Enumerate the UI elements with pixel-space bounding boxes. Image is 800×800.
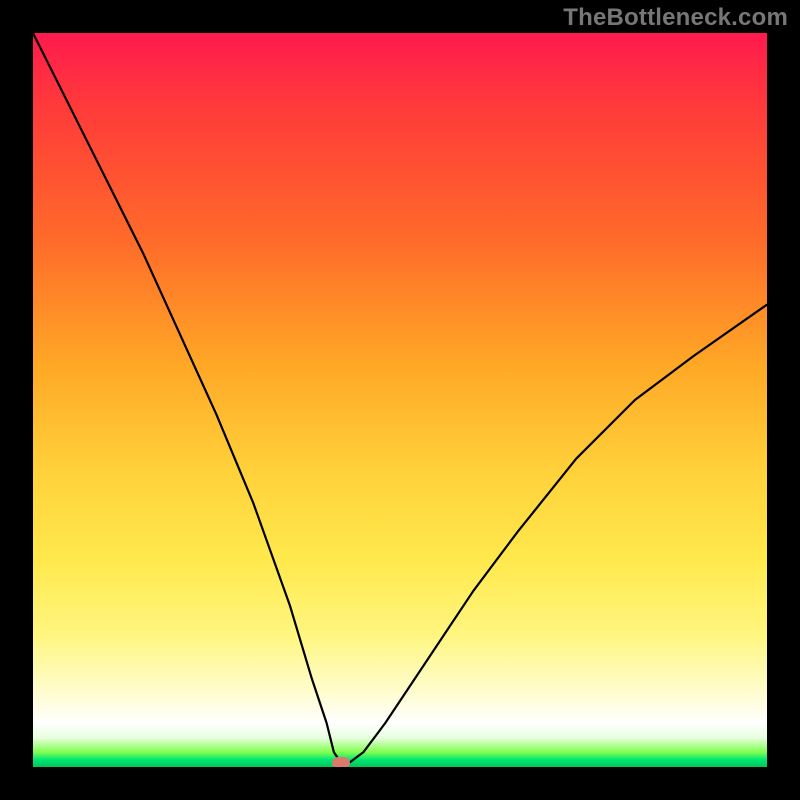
- bottleneck-curve: [33, 33, 767, 763]
- curve-svg: [33, 33, 767, 767]
- plot-area: [33, 33, 767, 767]
- chart-frame: TheBottleneck.com: [0, 0, 800, 800]
- optimal-point-marker: [332, 757, 350, 767]
- watermark-text: TheBottleneck.com: [563, 4, 788, 32]
